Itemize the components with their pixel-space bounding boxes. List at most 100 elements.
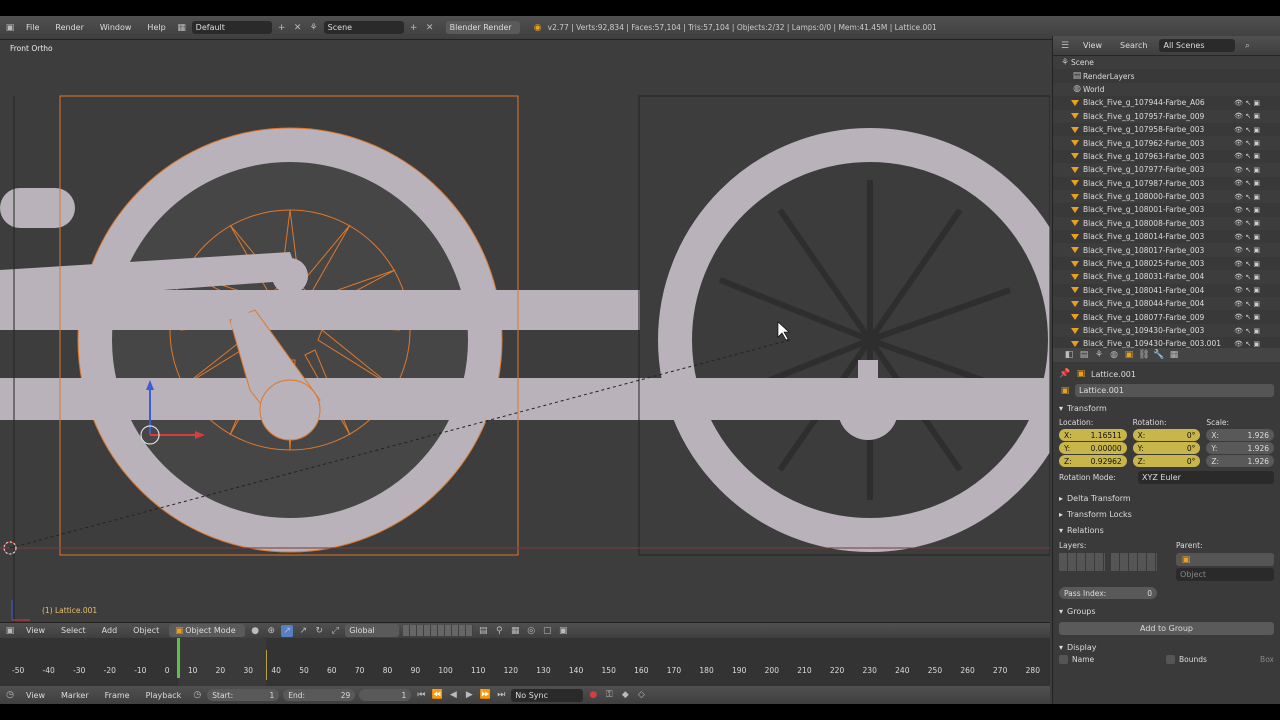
outliner-item-row[interactable]: Black_Five_g_108044-Farbe_004 👁 ↖ ▣ [1053,297,1280,311]
keying-set-icon[interactable]: ⚿ [603,689,615,701]
data-tab-icon[interactable]: ▦ [1168,349,1180,361]
outliner-item-row[interactable]: Black_Five_g_107977-Farbe_003 👁 ↖ ▣ [1053,163,1280,177]
3d-view-editor-icon[interactable]: ▣ [4,625,16,637]
editor-type-icon[interactable]: ▣ [4,22,16,34]
transform-locks-header[interactable]: ▸ Transform Locks [1059,506,1274,522]
scene-icon[interactable]: ⚘ [308,22,320,34]
visibility-toggles[interactable]: 👁 ↖ ▣ [1234,166,1260,174]
add-to-group-button[interactable]: Add to Group [1059,622,1274,635]
outliner-item-row[interactable]: Black_Five_g_107963-Farbe_003 👁 ↖ ▣ [1053,149,1280,164]
pivot-point-icon[interactable]: ⊕ [265,625,277,637]
snap-toggle-icon[interactable]: ⚲ [493,625,505,637]
screen-layout-field[interactable]: Default [191,21,272,34]
outliner-item-row[interactable]: Black_Five_g_108001-Farbe_003 👁 ↖ ▣ [1053,203,1280,217]
timeline-editor-icon[interactable]: ◷ [4,689,16,701]
visibility-toggles[interactable]: 👁 ↖ ▣ [1234,273,1260,281]
translate-icon[interactable]: ↗ [297,625,309,637]
visibility-toggles[interactable]: 👁 ↖ ▣ [1234,286,1260,294]
outliner-filter-select[interactable]: All Scenes [1159,39,1236,52]
manipulator-toggle-icon[interactable]: ↗ [281,624,294,637]
outliner-item-row[interactable]: Black_Five_g_108041-Farbe_004 👁 ↖ ▣ [1053,283,1280,298]
timeline-menu-frame[interactable]: Frame [99,691,136,700]
preview-range-icon[interactable]: ◷ [191,689,203,701]
add-layout-icon[interactable]: + [276,22,288,34]
outliner-item-row[interactable]: Black_Five_g_108017-Farbe_003 👁 ↖ ▣ [1053,243,1280,257]
viewport-canvas[interactable] [0,40,1050,622]
remove-scene-icon[interactable]: ✕ [424,22,436,34]
3d-viewport[interactable]: Front Ortho (1) Lattice.001 [0,40,1050,622]
render-preview-icon[interactable]: ▢ [541,625,553,637]
outliner-item-row[interactable]: Black_Five_g_108077-Farbe_009 👁 ↖ ▣ [1053,310,1280,324]
view3d-menu-object[interactable]: Object [127,626,165,635]
mode-select[interactable]: ▣ Object Mode [169,624,246,637]
timeline-area[interactable]: -50 -40 -30 -20 -10 0 10 20 30 40 50 60 … [0,638,1050,686]
scene-field[interactable]: Scene [323,21,404,34]
outliner-item-row[interactable]: Black_Five_g_109430-Farbe_003.001 👁 ↖ ▣ [1053,337,1280,348]
play-reverse-icon[interactable]: ◀ [447,689,459,701]
visibility-toggles[interactable]: 👁 ↖ ▣ [1234,206,1260,214]
layer-buttons-right[interactable] [1111,553,1157,571]
object-tab-icon[interactable]: ▣ [1123,349,1135,361]
pin-icon[interactable]: 📌 [1059,368,1071,380]
menu-file[interactable]: File [20,23,45,32]
outliner-item-row[interactable]: Black_Five_g_109430-Farbe_003 👁 ↖ ▣ [1053,323,1280,338]
timeline-menu-view[interactable]: View [20,691,51,700]
render-engine-select[interactable]: Blender Render [445,21,520,34]
visibility-toggles[interactable]: 👁 ↖ ▣ [1234,152,1260,160]
rotation-x-field[interactable]: X: 0° [1132,429,1201,441]
relations-header[interactable]: ▾ Relations [1059,522,1274,538]
layer-lock-icon[interactable]: ▤ [477,625,489,637]
jump-start-icon[interactable]: ⏮ [415,689,427,701]
outliner-item-row[interactable]: Black_Five_g_107987-Farbe_003 👁 ↖ ▣ [1053,176,1280,190]
visibility-toggles[interactable]: 👁 ↖ ▣ [1234,313,1260,321]
location-z-field[interactable]: Z: 0.92962 [1059,455,1127,467]
scene-layers-buttons[interactable] [403,625,474,636]
delta-transform-header[interactable]: ▸ Delta Transform [1059,490,1274,506]
layer-grid[interactable] [1059,553,1157,571]
remove-layout-icon[interactable]: ✕ [292,22,304,34]
location-y-field[interactable]: Y: 0.00000 [1059,442,1127,454]
render-tab-icon[interactable]: ◧ [1063,349,1075,361]
menu-render[interactable]: Render [49,23,89,32]
view3d-menu-view[interactable]: View [20,626,51,635]
outliner-editor-icon[interactable]: ☰ [1059,40,1071,52]
jump-end-icon[interactable]: ⏭ [495,689,507,701]
record-icon[interactable]: ● [587,689,599,701]
start-frame-field[interactable]: Start: 1 [207,689,280,701]
parent-type-select[interactable]: Object [1176,568,1274,581]
outliner-item-row[interactable]: Black_Five_g_108031-Farbe_004 👁 ↖ ▣ [1053,270,1280,284]
prev-keyframe-icon[interactable]: ⏪ [431,689,443,701]
scale-x-field[interactable]: X: 1.926 [1206,429,1275,441]
layout-grid-icon[interactable]: ▦ [176,22,188,34]
scale-icon[interactable]: ⤢ [329,625,341,637]
rotate-icon[interactable]: ↻ [313,625,325,637]
outliner-search-icon[interactable]: ⌕ [1241,40,1253,52]
visibility-toggles[interactable]: 👁 ↖ ▣ [1234,300,1260,308]
next-keyframe-icon[interactable]: ⏩ [479,689,491,701]
properties-tabs[interactable]: ◧ ▤ ⚘ ◍ ▣ ⛓ 🔧 ▦ [1053,348,1280,362]
visibility-toggles[interactable]: 👁 ↖ ▣ [1234,219,1260,227]
outliner-item-row[interactable]: Black_Five_g_108025-Farbe_003 👁 ↖ ▣ [1053,256,1280,271]
outliner-renderlayers-row[interactable]: ▤ RenderLayers [1053,69,1280,83]
visibility-toggles[interactable]: 👁 ↖ ▣ [1234,193,1260,201]
opengl-render-icon[interactable]: ▣ [557,625,569,637]
end-frame-field[interactable]: End: 29 [283,689,356,701]
outliner-item-row[interactable]: Black_Five_g_107958-Farbe_003 👁 ↖ ▣ [1053,122,1280,137]
view3d-menu-add[interactable]: Add [96,626,124,635]
visibility-toggles[interactable]: 👁 ↖ ▣ [1234,139,1260,147]
visibility-toggles[interactable]: 👁 ↖ ▣ [1234,327,1260,335]
name-checkbox[interactable] [1059,655,1068,664]
outliner-item-row[interactable]: Black_Five_g_108008-Farbe_003 👁 ↖ ▣ [1053,216,1280,231]
rotation-z-field[interactable]: Z: 0° [1132,455,1201,467]
outliner-world-row[interactable]: ◍ World [1053,82,1280,97]
view3d-menu-select[interactable]: Select [55,626,92,635]
current-frame-field[interactable]: 1 [359,689,412,701]
viewport-shading-icon[interactable]: ● [249,625,261,637]
play-icon[interactable]: ▶ [463,689,475,701]
snap-element-icon[interactable]: ▦ [509,625,521,637]
display-header[interactable]: ▾ Display [1059,639,1274,655]
outliner-menu-view[interactable]: View [1077,41,1108,50]
menu-window[interactable]: Window [94,23,138,32]
rotation-mode-select[interactable]: XYZ Euler [1138,471,1274,484]
scale-z-field[interactable]: Z: 1.926 [1206,455,1275,467]
